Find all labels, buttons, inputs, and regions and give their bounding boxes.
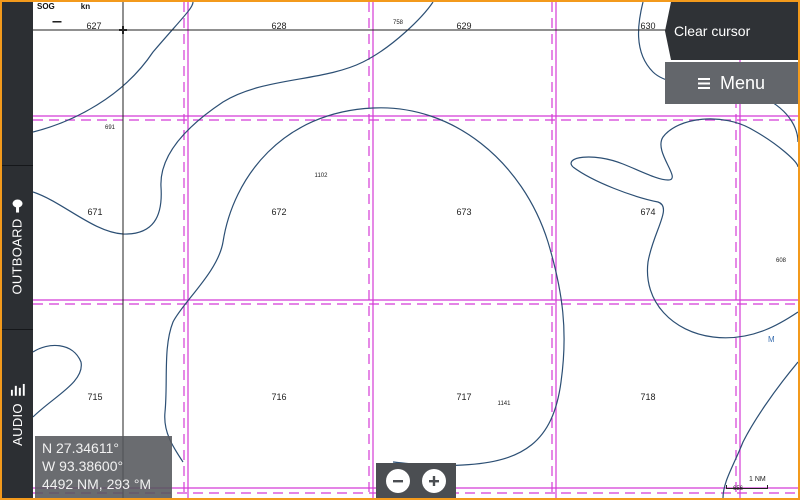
zoom-out-button[interactable] <box>386 468 410 493</box>
sidebar-item-audio[interactable]: AUDIO <box>2 332 33 496</box>
latitude-text: N 27.34611° <box>42 440 119 456</box>
sog-label: SOG <box>37 2 55 11</box>
contour-line <box>570 118 798 181</box>
depth-label: 691 <box>104 125 116 131</box>
scale-bar: 1 NM <box>723 476 768 489</box>
depth-label: 1141 <box>497 401 511 407</box>
sidebar-item-audio-label: AUDIO <box>10 402 26 446</box>
block-label: 628 <box>271 21 287 31</box>
block-label: 629 <box>456 21 472 31</box>
depth-label: 758 <box>392 20 404 26</box>
depth-label: 1102 <box>314 173 328 179</box>
menu-button[interactable]: Menu <box>665 62 798 104</box>
block-label: 674 <box>640 207 656 217</box>
clear-cursor-button[interactable]: Clear cursor <box>665 2 798 60</box>
scale-label: 1 NM <box>749 476 766 483</box>
minus-icon <box>393 479 403 482</box>
block-label: 630 <box>640 21 656 31</box>
block-label: 716 <box>271 392 287 402</box>
zoom-in-button[interactable] <box>422 468 446 493</box>
range-bearing-text: 4492 NM, 293 °M <box>42 476 152 492</box>
contour-line <box>222 107 565 467</box>
navaid-marker: M <box>768 335 775 344</box>
clear-cursor-label: Clear cursor <box>674 23 751 39</box>
block-label: 717 <box>456 392 472 402</box>
contour-line <box>572 166 798 339</box>
audio-bars-icon <box>10 383 25 396</box>
outboard-motor-icon <box>12 199 23 213</box>
contour-line <box>33 344 82 418</box>
menu-label: Menu <box>719 72 766 93</box>
sidebar-slot-empty <box>2 2 33 166</box>
block-label: 672 <box>271 207 287 217</box>
zoom-controls <box>376 463 456 498</box>
sidebar-item-outboard-label: OUTBOARD <box>10 218 26 295</box>
longitude-text: W 93.38600° <box>42 458 124 474</box>
block-label: 715 <box>87 392 103 402</box>
plus-icon <box>429 475 439 486</box>
hamburger-icon <box>697 77 710 89</box>
sog-unit: kn <box>80 2 91 11</box>
block-label: 673 <box>456 207 472 217</box>
block-label: 718 <box>640 392 656 402</box>
sidebar-item-outboard[interactable]: OUTBOARD <box>2 166 33 330</box>
depth-label: 608 <box>775 258 787 264</box>
scale-bar-line <box>726 485 768 489</box>
sog-value: --- <box>52 14 62 28</box>
cursor-position-panel: N 27.34611° W 93.38600° 4492 NM, 293 °M <box>35 436 172 498</box>
block-label: 671 <box>87 207 103 217</box>
sog-readout: SOG kn --- <box>37 2 91 28</box>
block-label: 627 <box>86 21 102 31</box>
contour-line <box>164 241 224 463</box>
sidebar: OUTBOARD AUDIO <box>2 2 33 498</box>
